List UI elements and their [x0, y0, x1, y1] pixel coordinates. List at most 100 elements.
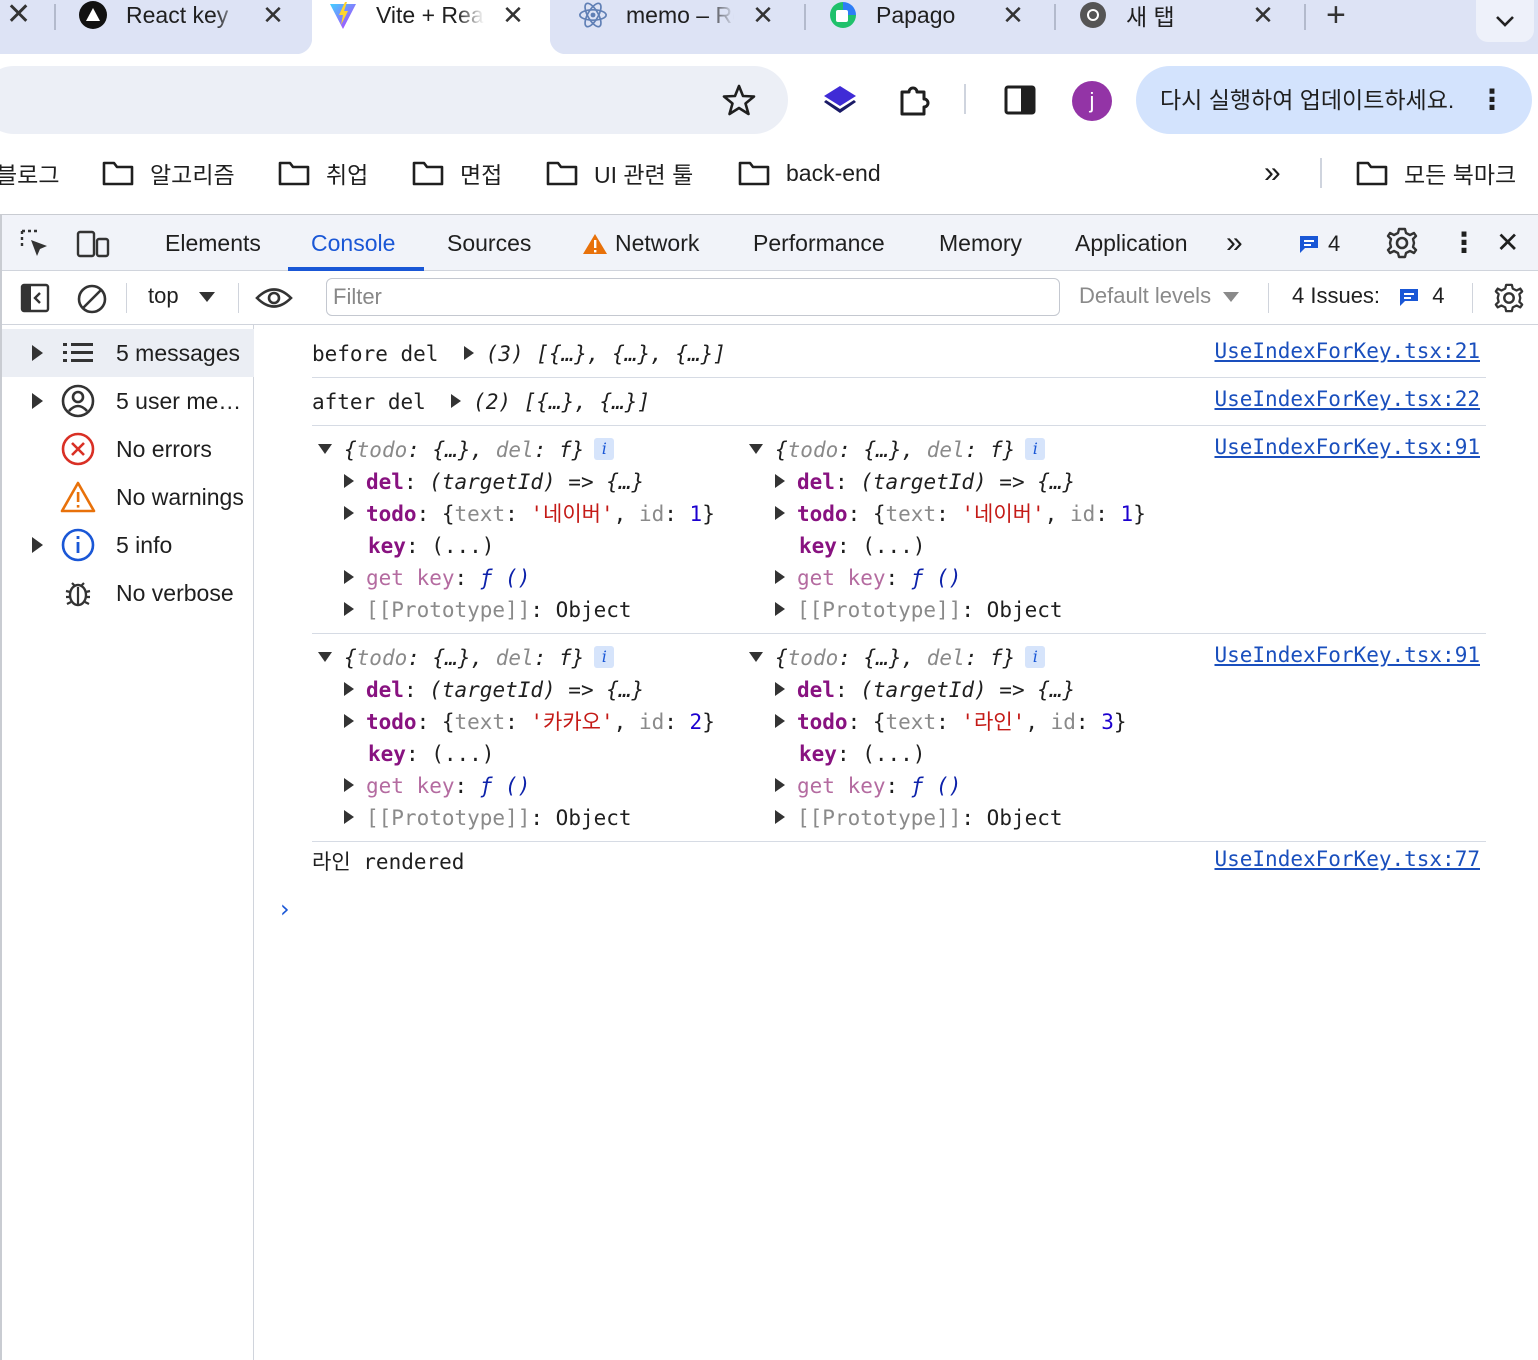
array-summary[interactable]: (2) [{…}, {…}] — [473, 390, 650, 414]
bookmark-folder-jobs[interactable]: 취업 — [278, 158, 368, 188]
close-tab-icon[interactable]: ✕ — [748, 0, 778, 30]
object-property[interactable]: del: (targetId) => {…} — [344, 675, 644, 705]
bookmark-folder-interview[interactable]: 면접 — [412, 158, 502, 188]
tab-elements[interactable]: Elements — [165, 215, 261, 271]
context-selector[interactable]: top — [148, 283, 215, 309]
tab-vite-react[interactable]: Vite + React ✕ — [328, 0, 528, 30]
issues-link[interactable]: 4 Issues: 4 — [1292, 283, 1445, 309]
address-bar[interactable] — [0, 66, 788, 134]
inspect-element-icon[interactable] — [18, 227, 52, 261]
close-tab-icon[interactable]: ✕ — [998, 0, 1028, 30]
prop-value[interactable]: (...) — [862, 534, 925, 558]
new-tab-button[interactable]: + — [1326, 0, 1346, 32]
object-header[interactable]: {todo: {…}, del: f} i — [749, 435, 1046, 465]
sidebar-item-errors[interactable]: No errors — [2, 425, 254, 473]
clear-console-icon[interactable] — [76, 283, 108, 315]
source-link[interactable]: UseIndexForKey.tsx:91 — [1214, 643, 1480, 667]
info-badge-icon[interactable]: i — [1025, 646, 1046, 668]
bookmark-blog[interactable]: 블로그 — [0, 158, 59, 188]
object-header[interactable]: {todo: {…}, del: f} i — [318, 643, 615, 673]
object-property[interactable]: todo: {text: '라인', id: 3} — [775, 707, 1127, 737]
object-header[interactable]: {todo: {…}, del: f} i — [749, 643, 1046, 673]
object-property[interactable]: del: (targetId) => {…} — [775, 675, 1075, 705]
prop-value[interactable]: (...) — [431, 534, 494, 558]
layers-extension-icon[interactable] — [820, 80, 860, 120]
object-property[interactable]: key: (...) — [799, 531, 925, 561]
expand-arrow-icon[interactable] — [344, 474, 354, 488]
collapse-arrow-icon[interactable] — [318, 444, 332, 454]
prop-value[interactable]: (...) — [862, 742, 925, 766]
tab-memory[interactable]: Memory — [939, 215, 1022, 271]
bookmark-folder-all[interactable]: 모든 북마크 — [1356, 158, 1516, 188]
expand-arrow-icon[interactable] — [344, 602, 354, 616]
object-property[interactable]: key: (...) — [368, 739, 494, 769]
object-property[interactable]: del: (targetId) => {…} — [775, 467, 1075, 497]
expand-arrow-icon[interactable] — [32, 345, 43, 361]
source-link[interactable]: UseIndexForKey.tsx:91 — [1214, 435, 1480, 459]
sidebar-item-messages[interactable]: 5 messages — [2, 329, 254, 377]
info-badge-icon[interactable]: i — [594, 438, 615, 460]
tab-application[interactable]: Application — [1075, 215, 1188, 271]
profile-avatar[interactable]: j — [1072, 81, 1112, 121]
expand-arrow-icon[interactable] — [344, 506, 354, 520]
live-expression-eye-icon[interactable] — [254, 283, 294, 313]
tab-new-tab[interactable]: 새 탭 ✕ — [1078, 0, 1278, 30]
bookmark-folder-ui-tools[interactable]: UI 관련 툴 — [546, 158, 693, 188]
tab-memo-react[interactable]: memo – React ✕ — [578, 0, 778, 30]
array-summary[interactable]: (3) [{…}, {…}, {…}] — [486, 342, 726, 366]
source-link[interactable]: UseIndexForKey.tsx:77 — [1214, 847, 1480, 871]
tab-search-button[interactable] — [1476, 0, 1534, 42]
expand-arrow-icon[interactable] — [451, 394, 462, 408]
show-sidebar-icon[interactable] — [20, 283, 50, 313]
collapse-arrow-icon[interactable] — [318, 652, 332, 662]
log-levels-dropdown[interactable]: Default levels — [1079, 283, 1240, 309]
collapse-arrow-icon[interactable] — [749, 652, 763, 662]
expand-arrow-icon[interactable] — [775, 682, 785, 696]
expand-arrow-icon[interactable] — [344, 570, 354, 584]
sidebar-item-verbose[interactable]: No verbose — [2, 569, 254, 617]
expand-arrow-icon[interactable] — [775, 602, 785, 616]
collapse-arrow-icon[interactable] — [749, 444, 763, 454]
object-property[interactable]: get key: ƒ () — [775, 771, 961, 801]
bookmarks-overflow-button[interactable]: » — [1264, 156, 1281, 189]
bookmark-folder-algorithm[interactable]: 알고리즘 — [102, 158, 235, 188]
sidebar-item-user-messages[interactable]: 5 user me… — [2, 377, 254, 425]
object-property[interactable]: [[Prototype]]: Object — [775, 595, 1063, 625]
tab-console[interactable]: Console — [311, 215, 395, 271]
console-prompt[interactable]: › — [280, 895, 290, 923]
expand-arrow-icon[interactable] — [775, 506, 785, 520]
source-link[interactable]: UseIndexForKey.tsx:21 — [1214, 339, 1480, 363]
settings-gear-icon[interactable] — [1384, 225, 1420, 261]
menu-kebab-icon[interactable]: ⋮ — [1478, 66, 1506, 134]
object-property[interactable]: [[Prototype]]: Object — [344, 803, 632, 833]
object-property[interactable]: del: (targetId) => {…} — [344, 467, 644, 497]
filter-input[interactable]: Filter — [326, 278, 1060, 316]
relaunch-update-button[interactable]: 다시 실행하여 업데이트하세요. ⋮ — [1136, 66, 1532, 134]
expand-arrow-icon[interactable] — [344, 778, 354, 792]
object-header[interactable]: {todo: {…}, del: f} i — [318, 435, 615, 465]
close-tab-icon[interactable]: ✕ — [1248, 0, 1278, 30]
info-badge-icon[interactable]: i — [1025, 438, 1046, 460]
sidebar-item-info[interactable]: 5 info — [2, 521, 254, 569]
tab-sources[interactable]: Sources — [447, 215, 531, 271]
expand-arrow-icon[interactable] — [344, 810, 354, 824]
issues-counter[interactable]: 4 — [1298, 231, 1340, 257]
bookmark-star-icon[interactable] — [722, 83, 756, 117]
tab-network[interactable]: Network — [615, 215, 699, 271]
tab-react-key[interactable]: React key ✕ — [78, 0, 288, 30]
close-tab-icon[interactable]: ✕ — [258, 0, 288, 30]
object-property[interactable]: get key: ƒ () — [344, 771, 530, 801]
device-toolbar-icon[interactable] — [74, 227, 112, 261]
object-property[interactable]: get key: ƒ () — [344, 563, 530, 593]
expand-arrow-icon[interactable] — [32, 393, 43, 409]
object-property[interactable]: key: (...) — [368, 531, 494, 561]
object-property[interactable]: todo: {text: '네이버', id: 1} — [775, 499, 1146, 529]
expand-arrow-icon[interactable] — [775, 810, 785, 824]
expand-arrow-icon[interactable] — [775, 570, 785, 584]
object-property[interactable]: todo: {text: '네이버', id: 1} — [344, 499, 715, 529]
bookmark-folder-back-end[interactable]: back-end — [738, 158, 881, 188]
source-link[interactable]: UseIndexForKey.tsx:22 — [1214, 387, 1480, 411]
object-property[interactable]: get key: ƒ () — [775, 563, 961, 593]
close-tab-icon[interactable]: ✕ — [498, 0, 528, 30]
expand-arrow-icon[interactable] — [775, 778, 785, 792]
